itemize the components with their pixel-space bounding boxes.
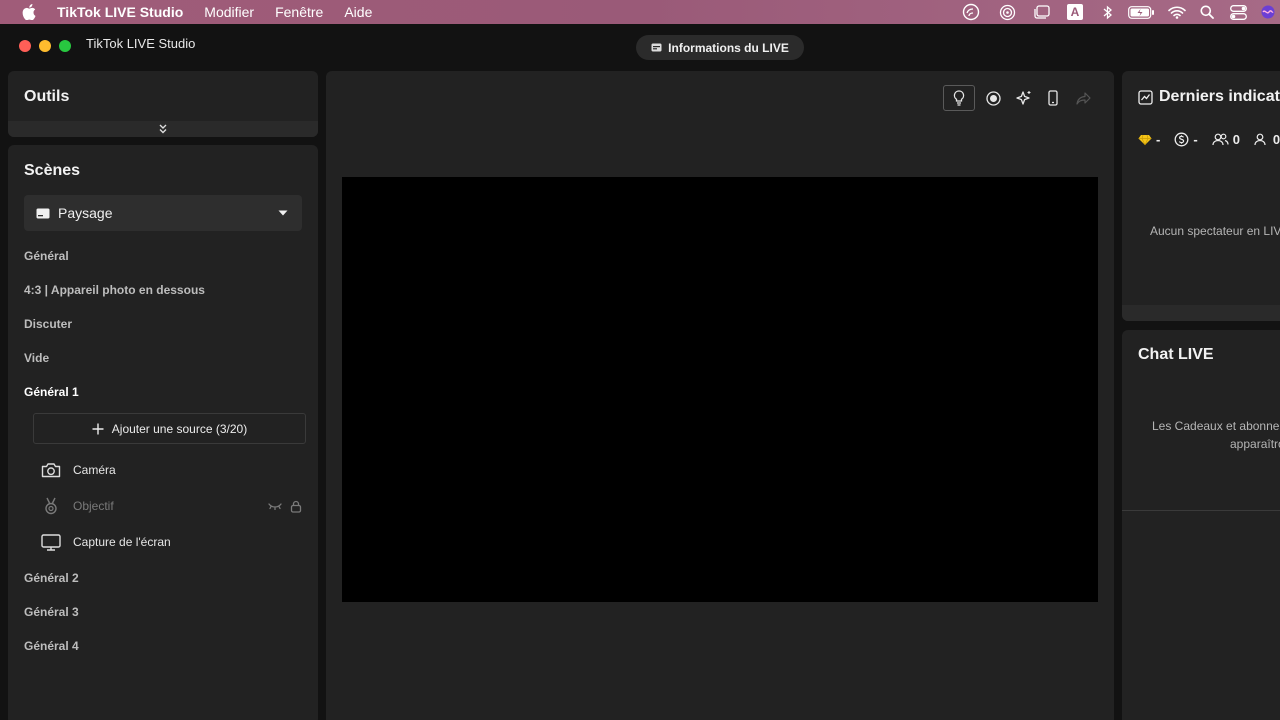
menu-bar: TikTok LIVE Studio Modifier Fenêtre Aide… [0,0,1280,24]
tools-panel: Outils [8,71,318,137]
zoom-window-button[interactable] [59,40,71,52]
monitor-icon [40,533,62,551]
source-label-screen-capture: Capture de l'écran [73,535,171,549]
menu-status-area: A [961,0,1280,24]
metric-coins: - [1174,132,1198,147]
control-center-icon[interactable] [1229,0,1247,24]
metrics-empty-text: Aucun spectateur en LIVE [1150,224,1280,238]
metrics-expand-strip[interactable] [1122,305,1280,321]
live-info-button[interactable]: Informations du LIVE [636,35,804,60]
metrics-header: Derniers indicateurs [1138,88,1280,106]
scene-layout-value: Paysage [58,205,113,221]
metric-viewers-value: 0 [1232,132,1240,147]
metric-diamonds: - [1138,132,1160,147]
viewers-icon [1212,133,1229,146]
source-label-camera: Caméra [73,463,116,477]
scene-item-general-1[interactable]: Général 1 [24,385,79,399]
scenes-title: Scènes [24,162,81,179]
source-label-objectif: Objectif [73,499,114,513]
metric-coins-value: - [1193,132,1198,147]
metrics-row: - - 0 0 [1138,132,1280,147]
apple-icon[interactable] [22,4,36,20]
tools-title: Outils [24,88,70,105]
screen-time-icon[interactable] [961,0,981,24]
preview-toolbar [943,85,1098,111]
scene-item-4-3[interactable]: 4:3 | Appareil photo en dessous [24,283,205,297]
double-chevron-down-icon [159,124,167,134]
metrics-panel: Derniers indicateurs - - 0 0 Aucun spect… [1122,71,1280,321]
metric-viewers: 0 [1212,132,1240,147]
metric-followers-value: 0 [1272,132,1280,147]
scene-item-general[interactable]: Général [24,249,69,263]
card-icon [651,43,662,52]
medal-icon [40,497,62,515]
lightbulb-icon[interactable] [943,85,975,111]
source-row-objectif[interactable]: Objectif [40,494,302,518]
landscape-icon [36,208,50,218]
eye-closed-icon[interactable] [268,502,282,510]
add-source-button[interactable]: Ajouter une source (3/20) [33,413,306,444]
record-icon[interactable] [978,85,1008,111]
preview-canvas[interactable] [342,177,1098,602]
window-title: TikTok LIVE Studio [86,36,196,51]
menu-item-modifier[interactable]: Modifier [204,4,254,20]
bluetooth-icon[interactable] [1101,0,1113,24]
chat-empty-message: Les Cadeaux et abonnements apparaîtront … [1152,417,1280,453]
preview-panel [326,71,1114,720]
source-actions [260,494,302,518]
scenes-panel: Scènes Paysage Général 4:3 | Appareil ph… [8,145,318,720]
siri-icon[interactable] [1260,0,1276,24]
menu-item-fenetre[interactable]: Fenêtre [275,4,323,20]
phone-icon[interactable] [1038,85,1068,111]
menu-item-aide[interactable]: Aide [344,4,372,20]
input-source-letter: A [1067,4,1083,20]
follower-icon [1254,133,1266,146]
close-window-button[interactable] [19,40,31,52]
wifi-icon[interactable] [1167,0,1187,24]
diamond-icon [1138,134,1152,145]
chat-title: Chat LIVE [1138,346,1214,363]
scene-item-discuter[interactable]: Discuter [24,317,72,331]
battery-icon[interactable] [1127,0,1155,24]
plus-icon [92,423,104,434]
scene-item-general-3[interactable]: Général 3 [24,605,79,619]
caret-down-icon [278,210,288,216]
add-source-label: Ajouter une source (3/20) [111,421,248,436]
scene-item-vide[interactable]: Vide [24,351,49,365]
metrics-title: Derniers indicateurs [1159,88,1280,105]
chat-panel: Chat LIVE Les Cadeaux et abonnements app… [1122,330,1280,720]
share-icon[interactable] [1068,85,1098,111]
chat-divider [1122,510,1280,511]
scene-item-general-4[interactable]: Général 4 [24,639,79,653]
airdrop-icon[interactable] [997,0,1017,24]
coin-icon [1174,132,1189,147]
metric-followers: 0 [1254,132,1280,147]
menu-app-name[interactable]: TikTok LIVE Studio [57,4,183,20]
chat-empty-line-1: Les Cadeaux et abonnements [1152,419,1280,433]
sparkle-icon[interactable] [1008,85,1038,111]
camera-icon [40,462,62,478]
lock-icon[interactable] [290,500,302,513]
spotlight-icon[interactable] [1199,0,1215,24]
scene-item-general-2[interactable]: Général 2 [24,571,79,585]
source-row-camera[interactable]: Caméra [40,458,302,482]
source-row-screen-capture[interactable]: Capture de l'écran [40,530,302,554]
scene-layout-select[interactable]: Paysage [24,195,302,231]
minimize-window-button[interactable] [39,40,51,52]
chart-icon [1138,89,1153,105]
chat-empty-line-2: apparaîtront ici [1230,437,1280,451]
input-source-icon[interactable]: A [1067,0,1083,24]
metric-diamonds-value: - [1156,132,1161,147]
live-info-label: Informations du LIVE [668,40,789,55]
stage-manager-icon[interactable] [1031,0,1051,24]
tools-expand-button[interactable] [8,121,318,137]
